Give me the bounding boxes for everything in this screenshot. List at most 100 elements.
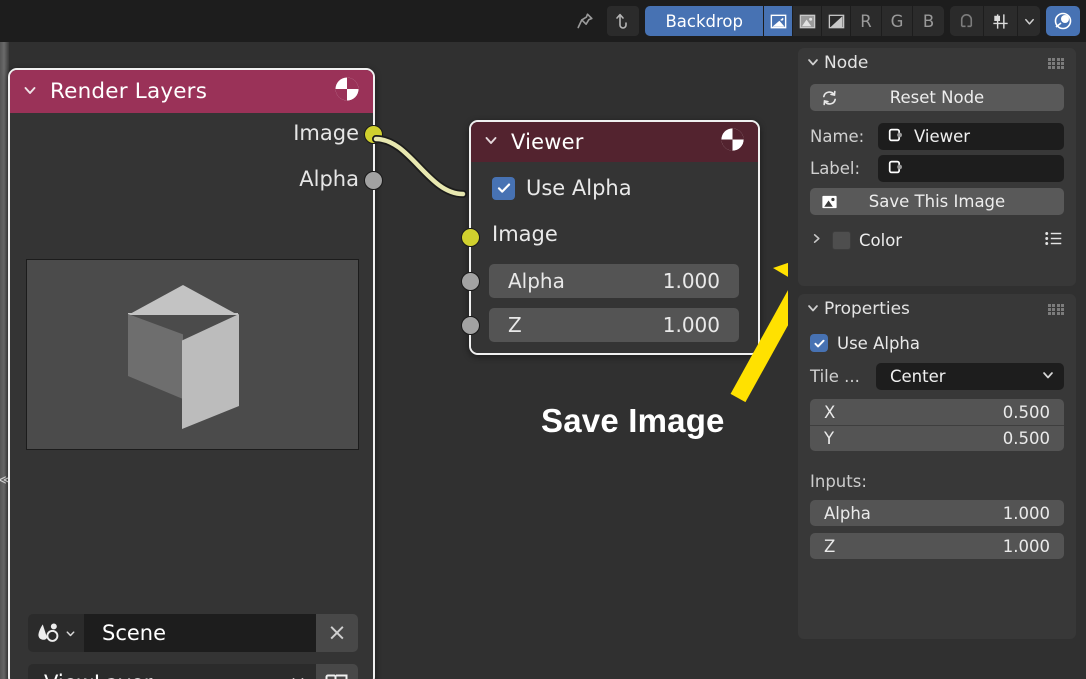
checkbox-checked-icon [492, 176, 515, 200]
chevron-down-icon[interactable] [806, 301, 824, 318]
node-name-row: Name: Viewer [810, 123, 1064, 150]
tile-order-value: Center [890, 367, 946, 386]
panel-grip-icon[interactable] [1048, 57, 1066, 70]
reset-node-label: Reset Node [889, 88, 985, 107]
backdrop-toggle[interactable]: Backdrop [645, 6, 764, 36]
proportional-editing-icon[interactable] [1046, 6, 1080, 36]
viewer-input-z[interactable]: Z 1.000 [489, 308, 739, 342]
pin-icon[interactable] [569, 6, 601, 36]
checkbox-checked-icon [810, 334, 828, 352]
save-this-image-label: Save This Image [868, 192, 1006, 211]
render-layers-node[interactable]: Render Layers Image Alpha Scene × [8, 68, 383, 679]
channel-green-button[interactable]: G [882, 6, 913, 36]
output-socket-row-image[interactable]: Image [0, 120, 373, 146]
node-id-icon [887, 158, 905, 180]
copy-viewlayer-icon[interactable] [316, 664, 358, 679]
viewlayer-dropdown[interactable]: ViewLayer [28, 664, 316, 679]
panel-grip-icon[interactable] [1048, 303, 1066, 316]
node-panel: Node Reset Node Name: Viewer Label: Save… [798, 48, 1076, 286]
save-this-image-button[interactable]: Save This Image [810, 188, 1064, 215]
node-color-row[interactable]: Color [810, 227, 1064, 253]
chevron-down-icon[interactable] [22, 82, 38, 102]
input-z-value: 1.000 [1002, 536, 1050, 556]
channel-red-button[interactable]: R [851, 6, 882, 36]
compositor-node-icon [333, 75, 361, 108]
node-id-icon [887, 126, 905, 148]
node-panel-header[interactable]: Node [798, 48, 1076, 78]
chevron-down-icon [1041, 367, 1055, 386]
viewer-node-body: Use Alpha Image Alpha 1.000 Z 1.000 [461, 162, 758, 353]
render-layers-node-header[interactable]: Render Layers [10, 70, 373, 113]
editor-header-bar: Backdrop R G B [0, 0, 1086, 42]
output-socket-row-alpha[interactable]: Alpha [0, 166, 373, 192]
output-socket-alpha[interactable] [364, 171, 383, 190]
snap-grid-icon[interactable] [984, 6, 1018, 36]
inputs-section-label: Inputs: [810, 472, 867, 491]
input-z-field[interactable]: Z 1.000 [810, 533, 1064, 559]
render-layers-node-title: Render Layers [50, 79, 208, 104]
center-xy-group: X 0.500 Y 0.500 [810, 399, 1064, 451]
clear-scene-button[interactable]: × [316, 614, 358, 652]
tile-order-row: Tile ... Center [810, 363, 1064, 390]
viewer-node[interactable]: Viewer Use Alpha Image Alpha 1.000 Z 1.0… [461, 120, 760, 355]
channel-color-and-alpha-button[interactable] [764, 6, 793, 36]
chevron-down-icon[interactable] [483, 132, 499, 152]
node-panel-title: Node [824, 53, 869, 73]
output-socket-image[interactable] [364, 125, 383, 144]
go-to-parent-icon[interactable] [607, 6, 640, 36]
viewer-input-alpha[interactable]: Alpha 1.000 [489, 264, 739, 298]
scene-selector-row: Scene × [28, 614, 358, 652]
scene-browse-icon[interactable] [28, 614, 84, 652]
output-label-alpha: Alpha [299, 167, 359, 191]
node-color-label: Color [859, 230, 903, 250]
annotation-text: Save Image [541, 402, 725, 439]
chevron-down-icon[interactable] [1018, 6, 1040, 36]
viewer-input-z-value: 1.000 [662, 313, 720, 337]
cube-left-face [128, 314, 183, 399]
viewer-use-alpha-checkbox[interactable]: Use Alpha [492, 176, 632, 200]
node-properties-sidebar: Node Reset Node Name: Viewer Label: Save… [788, 42, 1086, 679]
reset-node-button[interactable]: Reset Node [810, 84, 1064, 111]
center-y-value: 0.500 [1002, 429, 1050, 448]
viewer-node-header[interactable]: Viewer [471, 122, 758, 162]
center-y-label: Y [824, 429, 835, 448]
node-name-field[interactable]: Viewer [878, 123, 1064, 150]
chevron-down-icon [290, 673, 306, 679]
color-swatch[interactable] [832, 230, 851, 250]
channel-color-button[interactable] [793, 6, 822, 36]
viewer-input-label-image: Image [492, 222, 558, 246]
blender-compositor-window: Backdrop R G B ≪ Render Layers Image Alp… [0, 0, 1086, 679]
node-label-field[interactable] [878, 155, 1064, 182]
chevron-right-icon[interactable] [810, 232, 824, 249]
render-layers-node-body: Image Alpha Scene × [10, 113, 383, 679]
channel-alpha-button[interactable] [822, 6, 851, 36]
center-x-value: 0.500 [1002, 402, 1050, 422]
properties-use-alpha-checkbox[interactable]: Use Alpha [810, 332, 1064, 354]
channel-blue-button[interactable]: B [913, 6, 944, 36]
cube-right-face [182, 314, 239, 429]
image-icon [820, 192, 839, 211]
input-socket-z[interactable] [461, 316, 480, 335]
list-options-icon[interactable] [1044, 230, 1064, 251]
node-name-value: Viewer [914, 127, 971, 146]
properties-panel-content: Use Alpha Tile ... Center X 0.500 Y 0.50… [798, 324, 1076, 559]
tile-order-dropdown[interactable]: Center [876, 363, 1064, 390]
input-z-label: Z [824, 536, 836, 556]
input-socket-alpha[interactable] [461, 272, 480, 291]
properties-panel-header[interactable]: Properties [798, 294, 1076, 324]
output-label-image: Image [293, 121, 359, 145]
viewer-input-alpha-label: Alpha [508, 269, 565, 293]
node-name-label: Name: [810, 127, 865, 146]
input-socket-image[interactable] [461, 228, 480, 247]
input-alpha-label: Alpha [824, 503, 871, 523]
chevron-down-icon[interactable] [806, 55, 824, 72]
cube-graphic [124, 285, 244, 429]
node-editor-canvas[interactable]: ≪ Render Layers Image Alpha Scene × View… [0, 42, 788, 679]
magnet-icon[interactable] [950, 6, 984, 36]
input-alpha-field[interactable]: Alpha 1.000 [810, 500, 1064, 526]
scene-name-field[interactable]: Scene [84, 614, 316, 652]
center-x-field[interactable]: X 0.500 [810, 399, 1064, 425]
center-y-field[interactable]: Y 0.500 [810, 425, 1064, 451]
node-label-row: Label: [810, 155, 1064, 182]
viewer-input-alpha-value: 1.000 [662, 269, 720, 293]
